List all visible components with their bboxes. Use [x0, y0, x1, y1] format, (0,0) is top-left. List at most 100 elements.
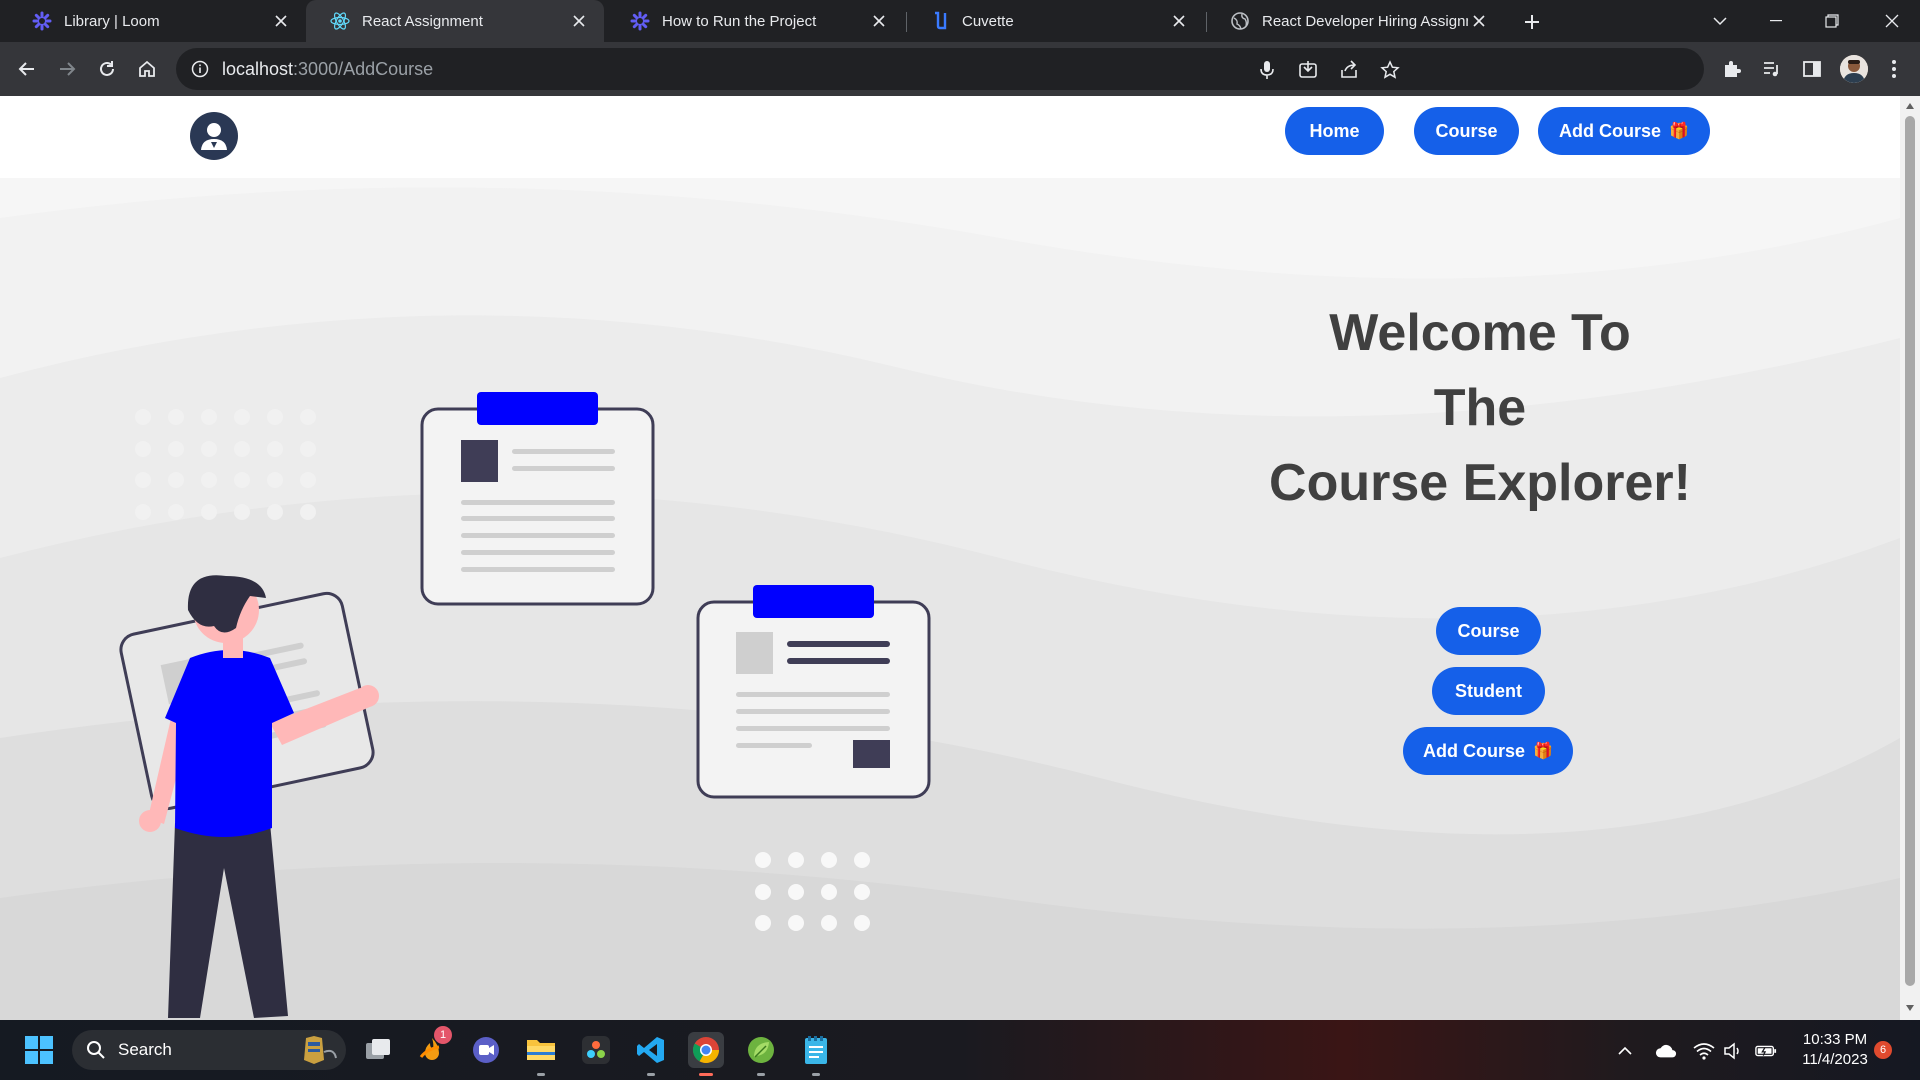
spring-tool-icon[interactable] — [743, 1032, 779, 1076]
tab-title: React Assignment — [362, 12, 483, 30]
arrow-right-icon — [60, 62, 76, 76]
loom-icon — [32, 11, 52, 31]
video-chat-icon[interactable] — [468, 1032, 504, 1068]
loom-icon — [630, 11, 650, 31]
scroll-up-arrow-icon[interactable] — [1904, 100, 1916, 112]
reload-icon — [100, 61, 114, 76]
nav-add-course-button[interactable]: Add Course 🎁 — [1538, 107, 1710, 155]
course-button-label: Course — [1457, 620, 1520, 641]
running-indicator — [812, 1073, 820, 1076]
tab-title: React Developer Hiring Assignm — [1262, 12, 1468, 30]
forward-button[interactable] — [51, 53, 83, 85]
notepad-icon[interactable] — [798, 1032, 834, 1076]
gift-icon: 🎁 — [1533, 743, 1553, 760]
tab-library-loom[interactable]: Library | Loom — [8, 0, 306, 42]
url-host: localhost — [222, 58, 294, 79]
welcome-heading: Welcome To The Course Explorer! — [1240, 296, 1720, 521]
add-course-button[interactable]: Add Course 🎁 — [1403, 727, 1573, 775]
home-icon — [139, 60, 155, 77]
address-bar[interactable]: localhost:3000/AddCourse — [176, 48, 1704, 90]
close-icon[interactable] — [270, 10, 292, 32]
profile-avatar[interactable] — [1840, 55, 1868, 83]
tab-react-assignment[interactable]: React Assignment — [306, 0, 604, 42]
close-icon[interactable] — [568, 10, 590, 32]
media-control-icon[interactable] — [1760, 57, 1784, 81]
tab-cuvette[interactable]: Cuvette — [906, 0, 1204, 42]
info-icon — [191, 60, 209, 78]
add-course-button-label: Add Course — [1423, 740, 1526, 761]
course-button[interactable]: Course — [1436, 607, 1541, 655]
search-icon — [87, 1041, 105, 1059]
chevron-down-icon — [1713, 17, 1727, 26]
page-viewport: Home Course Add Course 🎁 Welcome To The C… — [0, 96, 1900, 1020]
tab-search-button[interactable] — [1692, 0, 1748, 42]
scroll-thumb[interactable] — [1905, 116, 1915, 986]
document-card-illustration — [696, 585, 931, 799]
running-indicator — [647, 1073, 655, 1076]
new-tab-button[interactable] — [1518, 8, 1546, 36]
taskbar-search[interactable]: Search — [72, 1030, 346, 1070]
search-highlight-icon — [304, 1036, 337, 1064]
page-scrollbar[interactable] — [1900, 96, 1920, 1020]
restore-button[interactable] — [1804, 0, 1860, 42]
battery-icon[interactable] — [1755, 1040, 1777, 1062]
menu-icon[interactable] — [1882, 57, 1906, 81]
microphone-icon[interactable] — [1256, 59, 1278, 81]
tab-react-developer-hiring[interactable]: React Developer Hiring Assignm — [1206, 0, 1504, 42]
welcome-line-2: The — [1433, 379, 1527, 437]
plus-icon — [1525, 15, 1539, 29]
davinci-resolve-icon[interactable] — [578, 1032, 614, 1068]
side-panel-icon[interactable] — [1800, 57, 1824, 81]
chevron-up-icon[interactable] — [1614, 1040, 1636, 1062]
running-indicator — [537, 1073, 545, 1076]
user-logo-icon[interactable] — [190, 112, 238, 160]
clock-date: 11/4/2023 — [1802, 1051, 1868, 1068]
wifi-icon[interactable] — [1693, 1040, 1715, 1062]
file-explorer-icon[interactable] — [523, 1032, 559, 1076]
system-clock[interactable]: 10:33 PM 11/4/2023 — [1790, 1030, 1880, 1070]
tab-strip: Library | Loom React Assignment How to R… — [0, 0, 1920, 42]
back-button[interactable] — [11, 53, 43, 85]
share-icon[interactable] — [1338, 59, 1360, 81]
tab-how-to-run[interactable]: How to Run the Project — [606, 0, 904, 42]
notification-badge[interactable]: 6 — [1874, 1041, 1892, 1059]
nav-course-button[interactable]: Course — [1414, 107, 1519, 155]
close-window-button[interactable] — [1864, 0, 1920, 42]
bookmark-star-icon[interactable] — [1379, 59, 1401, 81]
volume-icon[interactable] — [1723, 1040, 1745, 1062]
running-indicator — [757, 1073, 765, 1076]
scroll-down-arrow-icon[interactable] — [1904, 1002, 1916, 1014]
reload-button[interactable] — [91, 53, 123, 85]
vscode-icon[interactable] — [633, 1032, 669, 1076]
onedrive-cloud-icon[interactable] — [1655, 1040, 1677, 1062]
close-icon[interactable] — [868, 10, 890, 32]
globe-icon — [1230, 11, 1250, 31]
restore-icon — [1825, 14, 1839, 28]
active-indicator — [699, 1073, 713, 1076]
windows-start-icon[interactable] — [21, 1032, 57, 1068]
document-card-illustration — [420, 392, 655, 606]
student-button-label: Student — [1455, 680, 1522, 701]
student-button[interactable]: Student — [1432, 667, 1545, 715]
extensions-icon[interactable] — [1720, 57, 1744, 81]
react-icon — [330, 11, 350, 31]
nav-home-button[interactable]: Home — [1285, 107, 1384, 155]
close-icon — [1885, 14, 1899, 28]
install-app-icon[interactable] — [1297, 59, 1319, 81]
clock-time: 10:33 PM — [1802, 1031, 1868, 1048]
task-view-icon[interactable] — [360, 1032, 396, 1068]
url-path: :3000/AddCourse — [293, 58, 434, 79]
app-flame-icon[interactable]: 1 — [414, 1026, 452, 1068]
home-button[interactable] — [131, 53, 163, 85]
nav-home-label: Home — [1309, 120, 1360, 141]
browser-toolbar: localhost:3000/AddCourse — [0, 42, 1920, 96]
tab-title: How to Run the Project — [662, 12, 817, 30]
minimize-icon — [1770, 20, 1782, 22]
chrome-icon[interactable] — [688, 1032, 724, 1076]
close-icon[interactable] — [1168, 10, 1190, 32]
minimize-button[interactable] — [1748, 0, 1804, 42]
close-icon[interactable] — [1468, 10, 1490, 32]
tab-title: Library | Loom — [64, 12, 160, 30]
windows-taskbar: Search 1 10:33 PM 11/4/2023 6 — [0, 1020, 1920, 1080]
arrow-left-icon — [18, 62, 34, 76]
